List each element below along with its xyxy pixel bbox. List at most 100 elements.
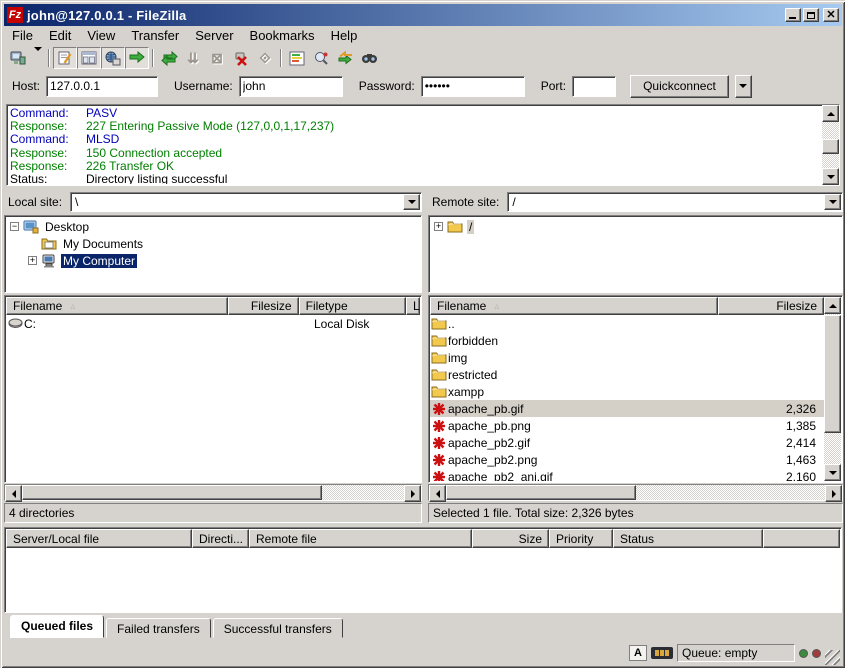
directory-comparison-button[interactable]	[285, 47, 309, 69]
quickconnect-button[interactable]: Quickconnect	[630, 75, 729, 98]
scroll-thumb[interactable]	[446, 485, 636, 500]
transfer-queue-body[interactable]	[6, 548, 840, 611]
collapse-icon[interactable]: −	[10, 222, 19, 231]
column-header-filesize[interactable]: Filesize	[718, 297, 824, 315]
expand-icon[interactable]: +	[28, 256, 37, 265]
toggle-remote-tree-button[interactable]	[101, 47, 125, 69]
column-header-label: Server/Local file	[13, 532, 99, 546]
toggle-local-tree-icon	[81, 51, 97, 66]
tree-item--[interactable]: +/	[430, 218, 841, 235]
column-header-directi-[interactable]: Directi...	[192, 529, 249, 548]
local-horizontal-scrollbar[interactable]	[4, 484, 422, 501]
directory-listing-filters-button[interactable]	[333, 47, 357, 69]
speedlimit-indicator-icon[interactable]	[651, 647, 673, 659]
process-queue-button[interactable]: ⇊	[181, 47, 205, 69]
remote-horizontal-scrollbar[interactable]	[428, 484, 843, 501]
remote-file-row[interactable]: restricted	[430, 366, 824, 383]
scroll-thumb[interactable]	[824, 315, 841, 433]
mydocs-icon	[40, 237, 58, 250]
menu-item-edit[interactable]: Edit	[41, 26, 79, 45]
scroll-down-button[interactable]	[822, 168, 839, 185]
column-header-label: Filename	[13, 299, 62, 313]
tree-item-my-computer[interactable]: +My Computer	[6, 252, 420, 269]
column-header-filename[interactable]: Filename▵	[430, 297, 718, 315]
scroll-down-button[interactable]	[824, 464, 841, 481]
remote-site-dropdown-button[interactable]	[824, 194, 841, 210]
tree-item-my-documents[interactable]: +My Documents	[6, 235, 420, 252]
scroll-right-button[interactable]	[404, 485, 421, 502]
remote-site-combobox[interactable]: /	[507, 192, 843, 212]
remote-file-row[interactable]: img	[430, 349, 824, 366]
menu-item-view[interactable]: View	[79, 26, 123, 45]
username-input[interactable]	[239, 76, 343, 97]
tab-queued-files[interactable]: Queued files	[10, 615, 104, 638]
remote-file-row[interactable]: apache_pb.gif2,326	[430, 400, 824, 417]
remote-file-row[interactable]: apache_pb2_ani.gif2,160	[430, 468, 824, 481]
remote-file-row[interactable]: apache_pb2.png1,463	[430, 451, 824, 468]
remote-file-row[interactable]: ..	[430, 315, 824, 332]
menu-item-help[interactable]: Help	[323, 26, 366, 45]
tab-successful-transfers[interactable]: Successful transfers	[213, 618, 343, 638]
close-button[interactable]: ✕	[823, 8, 839, 22]
local-site-dropdown-button[interactable]	[403, 194, 420, 210]
scroll-up-button[interactable]	[822, 105, 839, 122]
toggle-local-tree-button[interactable]	[77, 47, 101, 69]
log-vertical-scrollbar[interactable]	[822, 105, 839, 185]
column-header-priority[interactable]: Priority	[549, 529, 613, 548]
refresh-button[interactable]	[157, 47, 181, 69]
menu-item-file[interactable]: File	[4, 26, 41, 45]
maximize-button[interactable]	[803, 8, 819, 22]
column-header-size[interactable]: Size	[472, 529, 549, 548]
column-header-label: Status	[620, 532, 654, 546]
menu-item-bookmarks[interactable]: Bookmarks	[242, 26, 323, 45]
tab-failed-transfers[interactable]: Failed transfers	[106, 618, 211, 638]
scroll-up-button[interactable]	[824, 297, 841, 314]
remote-file-list-body[interactable]: ..forbiddenimgrestrictedxamppapache_pb.g…	[430, 315, 824, 481]
datatype-indicator-icon[interactable]: A	[629, 645, 647, 661]
find-files-button[interactable]	[357, 47, 381, 69]
toggle-message-log-button[interactable]	[53, 47, 77, 69]
remote-file-row[interactable]: apache_pb2.gif2,414	[430, 434, 824, 451]
port-input[interactable]	[572, 76, 616, 97]
column-header-server-local-file[interactable]: Server/Local file	[6, 529, 192, 548]
synchronized-browsing-button[interactable]	[309, 47, 333, 69]
reconnect-button[interactable]: ⟐	[253, 47, 277, 69]
remote-file-row[interactable]: apache_pb.png1,385	[430, 417, 824, 434]
disconnect-button[interactable]	[229, 47, 253, 69]
minimize-button[interactable]	[785, 8, 801, 22]
remote-vertical-scrollbar[interactable]	[824, 297, 841, 481]
remote-file-row[interactable]: forbidden	[430, 332, 824, 349]
remote-file-row[interactable]: xampp	[430, 383, 824, 400]
local-site-combobox[interactable]: \	[70, 192, 422, 212]
column-header-[interactable]	[763, 529, 840, 548]
tree-item-desktop[interactable]: −Desktop	[6, 218, 420, 235]
sort-ascending-icon: ▵	[70, 301, 75, 312]
remote-directory-tree[interactable]: +/	[428, 215, 843, 293]
host-input[interactable]	[46, 76, 158, 97]
password-input[interactable]	[421, 76, 525, 97]
local-directory-tree[interactable]: −Desktop+My Documents+My Computer	[4, 215, 422, 293]
column-header-filesize[interactable]: Filesize	[228, 297, 298, 315]
quickconnect-dropdown-button[interactable]	[735, 75, 752, 98]
scroll-right-button[interactable]	[825, 485, 842, 502]
column-header-l[interactable]: L	[406, 297, 420, 315]
column-header-status[interactable]: Status	[613, 529, 763, 548]
expand-icon[interactable]: +	[434, 222, 443, 231]
column-header-remote-file[interactable]: Remote file	[249, 529, 472, 548]
log-line: Response:227 Entering Passive Mode (127,…	[10, 120, 819, 133]
column-header-filename[interactable]: Filename ▵	[6, 297, 228, 315]
toggle-transfer-queue-button[interactable]	[125, 47, 149, 69]
scroll-thumb[interactable]	[822, 139, 839, 154]
scroll-left-button[interactable]	[5, 485, 22, 502]
resize-grip[interactable]	[825, 650, 840, 665]
site-manager-dropdown-button[interactable]	[30, 47, 45, 69]
scroll-left-button[interactable]	[429, 485, 446, 502]
scroll-thumb[interactable]	[22, 485, 322, 500]
local-file-list-body[interactable]: C:Local Disk	[6, 315, 420, 481]
cancel-operation-button[interactable]: ⊠	[205, 47, 229, 69]
menu-item-transfer[interactable]: Transfer	[123, 26, 187, 45]
local-file-row[interactable]: C:Local Disk	[6, 315, 420, 332]
column-header-filetype[interactable]: Filetype	[299, 297, 406, 315]
site-manager-button[interactable]	[6, 47, 30, 69]
menu-item-server[interactable]: Server	[187, 26, 241, 45]
